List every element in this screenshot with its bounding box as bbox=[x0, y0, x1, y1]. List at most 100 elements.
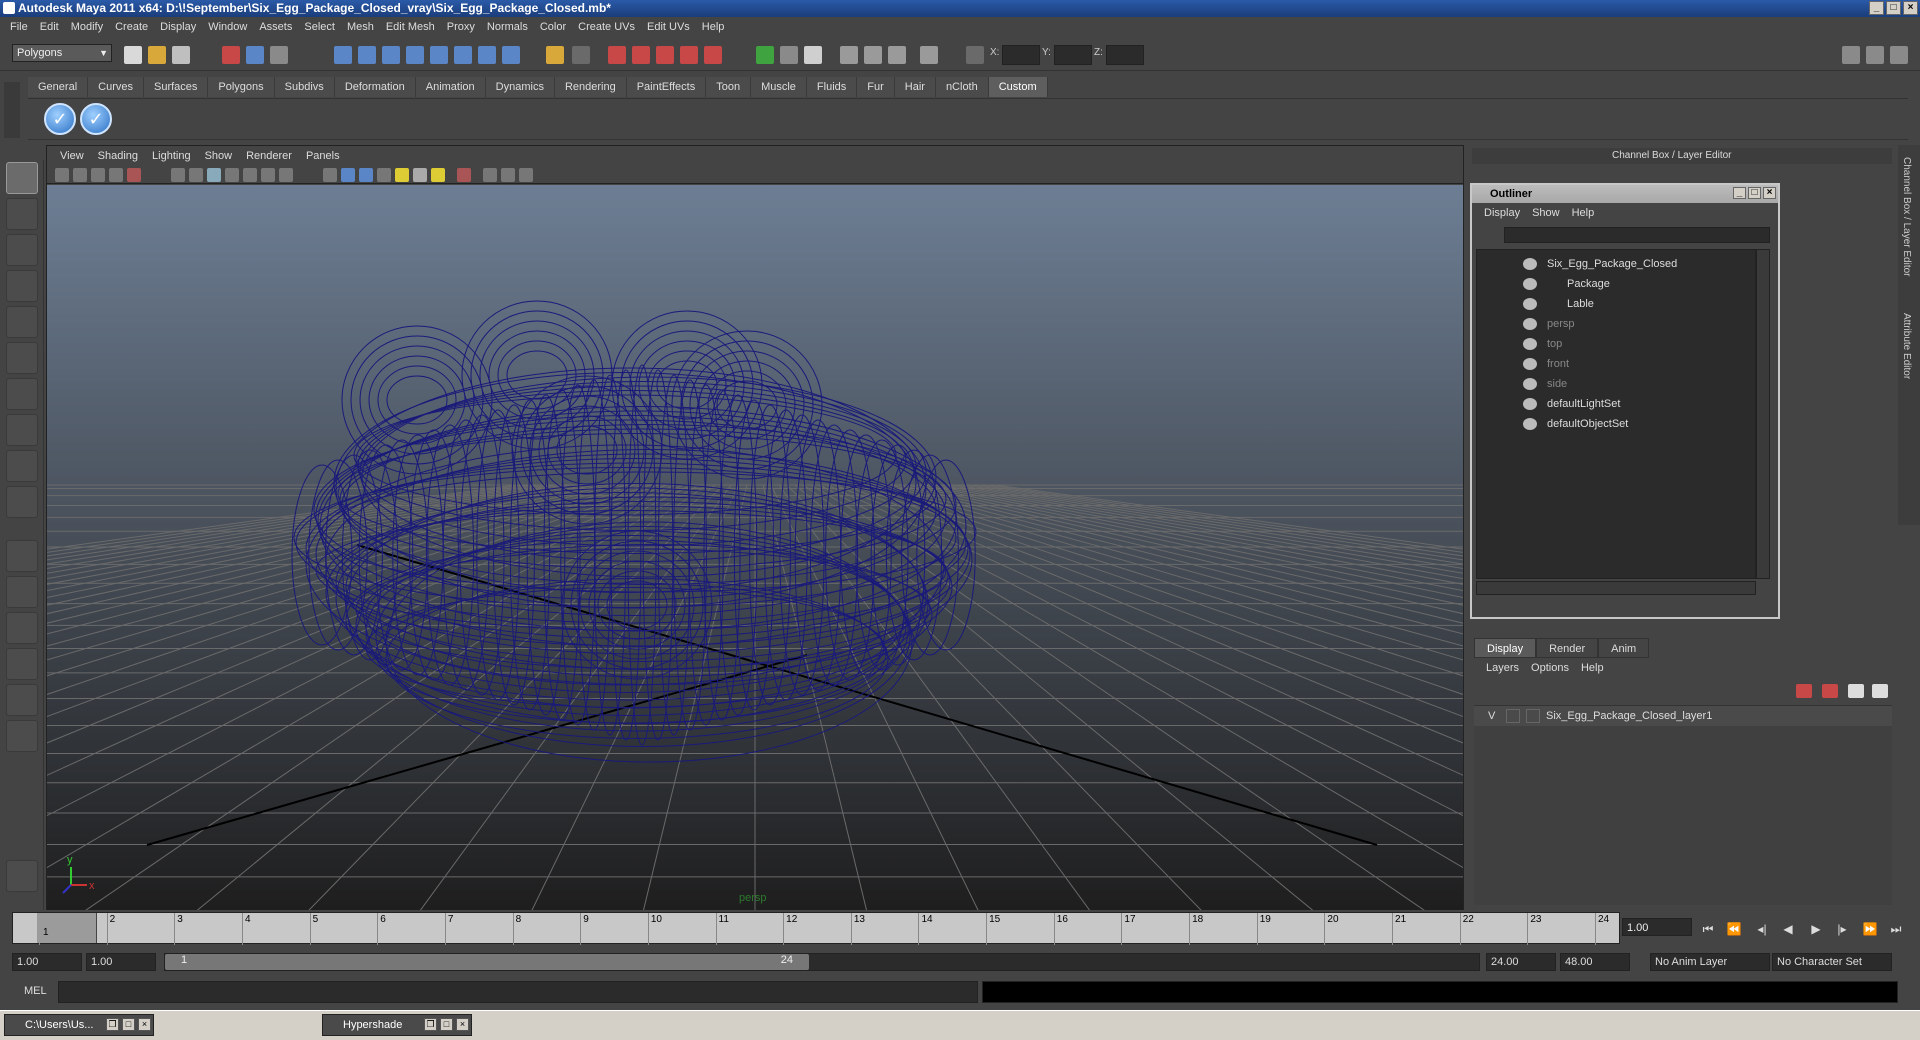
open-scene-icon[interactable] bbox=[148, 46, 166, 64]
viewport-menu-view[interactable]: View bbox=[53, 150, 91, 162]
render-settings-icon[interactable] bbox=[572, 46, 590, 64]
viewport-menu-renderer[interactable]: Renderer bbox=[239, 150, 299, 162]
layout-icon[interactable] bbox=[920, 46, 938, 64]
xray-joints-icon[interactable] bbox=[501, 168, 515, 182]
tab-polygons[interactable]: Polygons bbox=[208, 77, 275, 97]
soft-modification-icon[interactable] bbox=[6, 414, 38, 446]
tab-fluids[interactable]: Fluids bbox=[806, 77, 858, 97]
channel-box-layer-toggle-icon[interactable] bbox=[1890, 46, 1908, 64]
viewport-canvas[interactable]: y x persp bbox=[0, 185, 1920, 946]
menu-assets[interactable]: Assets bbox=[253, 21, 298, 33]
tab-muscle[interactable]: Muscle bbox=[751, 77, 807, 97]
custom-shelf-button-1[interactable]: ✓ bbox=[44, 103, 76, 135]
outliner-item[interactable]: persp bbox=[1477, 314, 1755, 334]
gate-mask-icon[interactable] bbox=[225, 168, 239, 182]
menu-display[interactable]: Display bbox=[154, 21, 202, 33]
step-back-icon[interactable]: ⏪ bbox=[1726, 922, 1742, 936]
wireframe-mode-icon[interactable] bbox=[323, 168, 337, 182]
taskbar-restore-icon[interactable]: ❐ bbox=[424, 1018, 437, 1031]
sidebar-toggle-icon[interactable] bbox=[780, 46, 798, 64]
bookmarks-icon[interactable] bbox=[91, 168, 105, 182]
persp-graph-layout-icon[interactable] bbox=[6, 648, 38, 680]
viewport-menu-lighting[interactable]: Lighting bbox=[145, 150, 198, 162]
attribute-editor-icon[interactable] bbox=[888, 46, 906, 64]
menu-edit[interactable]: Edit bbox=[34, 21, 65, 33]
outliner-menu-show[interactable]: Show bbox=[1526, 207, 1566, 219]
image-plane-icon[interactable] bbox=[109, 168, 123, 182]
tab-surfaces[interactable]: Surfaces bbox=[143, 77, 209, 97]
outliner-menu-display[interactable]: Display bbox=[1478, 207, 1526, 219]
taskbar-item-explorer[interactable]: C:\Users\Us... ❐ □ × bbox=[4, 1014, 154, 1036]
universal-manipulator-icon[interactable] bbox=[6, 378, 38, 410]
range-slider[interactable]: 1 24 bbox=[164, 953, 1480, 971]
shadows-icon[interactable] bbox=[431, 168, 445, 182]
play-backwards-icon[interactable]: ◀ bbox=[1780, 922, 1796, 936]
textured-icon[interactable] bbox=[377, 168, 391, 182]
two-d-pan-zoom-icon[interactable] bbox=[127, 168, 141, 182]
input-line-icon[interactable] bbox=[756, 46, 774, 64]
command-language-toggle[interactable]: MEL bbox=[24, 985, 47, 997]
xray-icon[interactable] bbox=[483, 168, 497, 182]
taskbar-close-icon[interactable]: × bbox=[138, 1018, 151, 1031]
safe-title-icon[interactable] bbox=[279, 168, 293, 182]
x-field[interactable] bbox=[1002, 45, 1040, 65]
save-scene-icon[interactable] bbox=[172, 46, 190, 64]
rotate-tool-icon[interactable] bbox=[6, 306, 38, 338]
channel-box-window-buttons[interactable] bbox=[1866, 148, 1892, 162]
hypershade-icon[interactable] bbox=[704, 46, 722, 64]
create-empty-layer-icon[interactable] bbox=[1848, 684, 1864, 698]
tab-fur[interactable]: Fur bbox=[857, 77, 895, 97]
outliner-vertical-scrollbar[interactable] bbox=[1756, 249, 1770, 579]
taskbar-close-icon[interactable]: × bbox=[456, 1018, 469, 1031]
tab-ncloth[interactable]: nCloth bbox=[935, 77, 989, 97]
layer-row[interactable]: V Six_Egg_Package_Closed_layer1 bbox=[1474, 706, 1892, 726]
close-button[interactable]: × bbox=[1903, 1, 1918, 15]
playback-end-field[interactable]: 24.00 bbox=[1486, 953, 1556, 971]
tab-animation[interactable]: Animation bbox=[415, 77, 486, 97]
render-globals-icon[interactable] bbox=[680, 46, 698, 64]
tab-display-layers[interactable]: Display bbox=[1474, 638, 1537, 658]
y-field[interactable] bbox=[1054, 45, 1092, 65]
taskbar-maximize-icon[interactable]: □ bbox=[122, 1018, 135, 1031]
menu-mesh[interactable]: Mesh bbox=[341, 21, 380, 33]
single-perspective-layout-icon[interactable] bbox=[6, 540, 38, 572]
four-view-layout-icon[interactable] bbox=[6, 576, 38, 608]
new-scene-icon[interactable] bbox=[124, 46, 142, 64]
tab-toon[interactable]: Toon bbox=[706, 77, 752, 97]
step-forward-key-icon[interactable]: |▸ bbox=[1834, 922, 1850, 936]
snap-point-icon[interactable] bbox=[382, 46, 400, 64]
range-slider-handle[interactable]: 1 24 bbox=[165, 954, 809, 970]
scene-end-field[interactable]: 48.00 bbox=[1560, 953, 1630, 971]
render-icon[interactable] bbox=[608, 46, 626, 64]
menu-help[interactable]: Help bbox=[696, 21, 731, 33]
xray-components-icon[interactable] bbox=[519, 168, 533, 182]
taskbar-maximize-icon[interactable]: □ bbox=[440, 1018, 453, 1031]
camera-icon[interactable] bbox=[840, 46, 858, 64]
viewport-menu-panels[interactable]: Panels bbox=[299, 150, 347, 162]
safe-action-icon[interactable] bbox=[261, 168, 275, 182]
tool-settings-toggle-icon[interactable] bbox=[1866, 46, 1884, 64]
taskbar-item-hypershade[interactable]: Hypershade ❐ □ × bbox=[322, 1014, 472, 1036]
select-camera-icon[interactable] bbox=[55, 168, 69, 182]
tab-render-layers[interactable]: Render bbox=[1536, 638, 1599, 658]
move-layer-down-icon[interactable] bbox=[1822, 684, 1838, 698]
channel-box-icons[interactable] bbox=[1836, 166, 1896, 184]
outliner-item[interactable]: defaultObjectSet bbox=[1477, 414, 1755, 434]
quick-layout-icon[interactable] bbox=[6, 860, 38, 892]
outliner-close-button[interactable]: × bbox=[1763, 187, 1776, 199]
history-icon[interactable] bbox=[454, 46, 472, 64]
current-time-indicator[interactable]: 1 bbox=[37, 913, 97, 943]
menu-proxy[interactable]: Proxy bbox=[441, 21, 481, 33]
current-frame-field[interactable]: 1.00 bbox=[1622, 918, 1692, 936]
select-tool-icon[interactable] bbox=[6, 162, 38, 194]
outliner-item[interactable]: Package bbox=[1477, 274, 1755, 294]
playback-start-field[interactable]: 1.00 bbox=[86, 953, 156, 971]
tab-painteffects[interactable]: PaintEffects bbox=[626, 77, 707, 97]
layer-visibility-toggle[interactable]: V bbox=[1488, 706, 1495, 726]
snap-view-plane-icon[interactable] bbox=[406, 46, 424, 64]
move-tool-icon[interactable] bbox=[6, 270, 38, 302]
anim-layer-select[interactable]: No Anim Layer bbox=[1650, 953, 1770, 971]
menu-normals[interactable]: Normals bbox=[481, 21, 534, 33]
menu-color[interactable]: Color bbox=[534, 21, 572, 33]
menu-file[interactable]: File bbox=[4, 21, 34, 33]
